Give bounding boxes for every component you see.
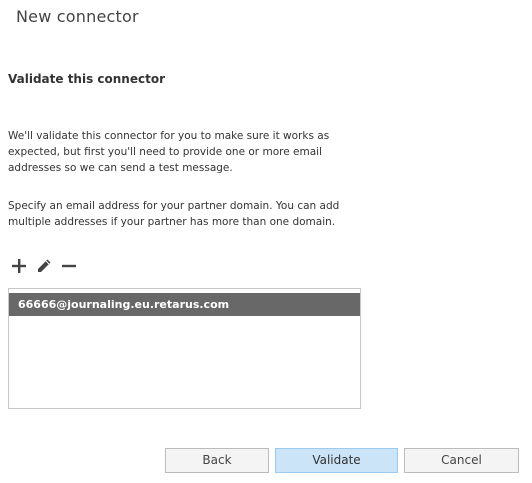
window-title: New connector	[16, 7, 139, 26]
edit-icon	[38, 259, 51, 272]
back-button[interactable]: Back	[165, 448, 269, 473]
remove-icon	[62, 264, 76, 268]
cancel-button[interactable]: Cancel	[404, 448, 519, 473]
list-item[interactable]: 66666@journaling.eu.retarus.com	[9, 293, 360, 316]
address-toolbar	[10, 256, 85, 276]
section-title: Validate this connector	[8, 72, 166, 86]
remove-button[interactable]	[60, 257, 78, 275]
add-icon	[12, 259, 26, 273]
email-address-list[interactable]: 66666@journaling.eu.retarus.com	[8, 288, 361, 409]
validate-button[interactable]: Validate	[275, 448, 398, 473]
intro-paragraph: We'll validate this connector for you to…	[8, 130, 330, 174]
instruction-paragraph: Specify an email address for your partne…	[8, 200, 340, 228]
edit-button[interactable]	[35, 257, 53, 275]
add-button[interactable]	[10, 257, 28, 275]
